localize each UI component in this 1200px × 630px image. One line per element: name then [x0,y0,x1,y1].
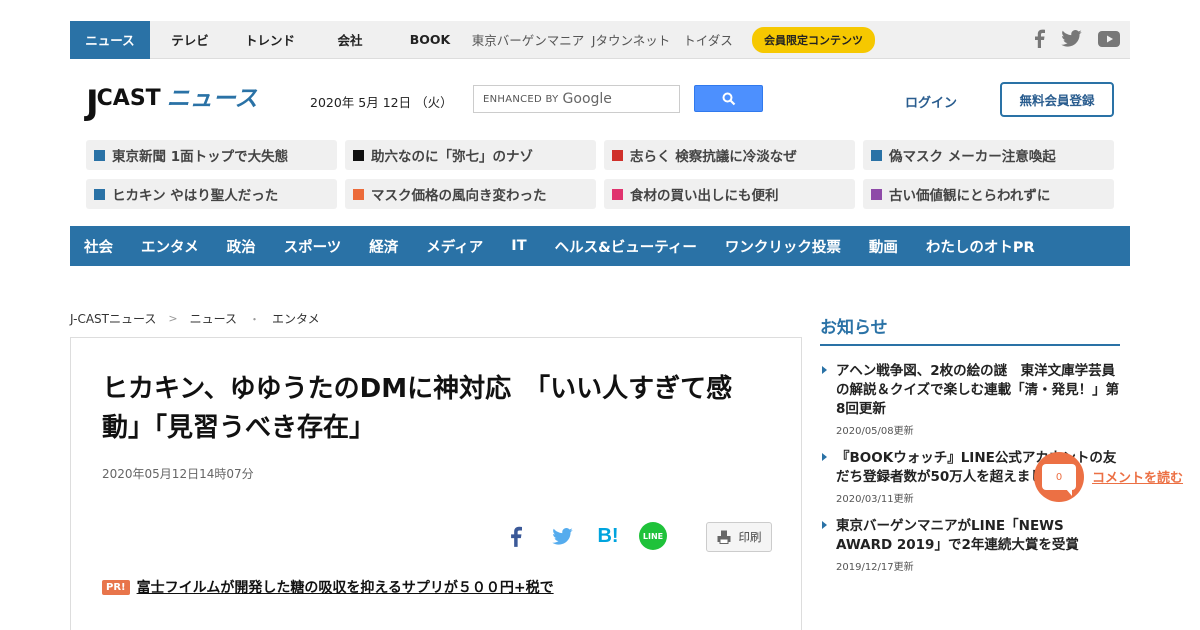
printer-icon [717,530,730,544]
topnav-jtown[interactable]: Jタウンネット [586,21,676,59]
comment-bubble[interactable]: 0 [1034,452,1084,502]
social-links [1034,29,1120,48]
comment-count: 0 [1042,464,1076,496]
twitter-icon[interactable] [547,527,577,545]
print-button[interactable]: 印刷 [706,522,772,552]
search-button[interactable] [694,85,763,112]
register-button[interactable]: 無料会員登録 [1000,82,1114,117]
read-comments-link[interactable]: コメントを読む [1092,467,1183,486]
notice-date: 2020/05/08更新 [836,426,914,437]
pr-text[interactable]: 富士フイルムが開発した糖の吸収を抑えるサプリが５００円+税で [137,577,554,597]
headline-link[interactable]: 志らく 検察抗議に冷淡なぜ [604,140,855,170]
notice-item[interactable]: アヘン戦争図、2枚の絵の謎 東洋文庫学芸員の解説＆クイズで楽しむ連載「清・発見！… [820,362,1120,437]
headline-link[interactable]: 古い価値観にとらわれずに [863,179,1114,209]
category-item[interactable]: 社会 [84,236,113,257]
login-link[interactable]: ログイン [905,92,957,111]
category-item[interactable]: ワンクリック投票 [725,236,841,257]
notice-text[interactable]: 東京バーゲンマニアがLINE「NEWS AWARD 2019」で2年連続大賞を受… [836,517,1120,555]
search-brand-prefix: ENHANCED BY [483,93,559,105]
category-item[interactable]: 動画 [869,236,898,257]
twitter-icon[interactable] [1061,30,1082,47]
breadcrumb-news[interactable]: ニュース [190,310,237,327]
topnav-company[interactable]: 会社 [310,21,390,59]
category-nav: 社会 エンタメ 政治 スポーツ 経済 メディア IT ヘルス&ビューティー ワンクリック投票 動画… [70,226,1130,266]
current-date: 2020年 5月 12日 （火） [310,95,453,110]
category-item[interactable]: メディア [426,236,483,257]
topnav-trend[interactable]: トレンド [230,21,310,59]
search-input[interactable]: ENHANCED BY Google [473,85,680,113]
headline-link[interactable]: マスク価格の風向き変わった [345,179,596,209]
headline-text: 食材の買い出しにも便利 [630,188,779,204]
headline-marker [612,188,623,200]
search-brand: Google [562,91,612,107]
share-buttons: B! LINE [501,522,667,550]
category-item[interactable]: わたしのオトPR [926,236,1035,257]
category-item[interactable]: IT [511,238,526,254]
hatena-icon[interactable]: B! [593,525,623,548]
search-icon [722,92,735,105]
member-content-button[interactable]: 会員限定コンテンツ [752,26,875,53]
headline-marker [612,149,623,161]
headline-link[interactable]: 東京新聞 1面トップで大失態 [86,140,337,170]
caret-right-icon [822,521,827,529]
notice-text[interactable]: アヘン戦争図、2枚の絵の謎 東洋文庫学芸員の解説＆クイズで楽しむ連載「清・発見！… [836,362,1120,419]
breadcrumb-separator: ・ [249,312,261,326]
headline-text: 東京新聞 1面トップで大失態 [112,149,289,165]
notice-item[interactable]: 東京バーゲンマニアがLINE「NEWS AWARD 2019」で2年連続大賞を受… [820,517,1120,573]
logo-cast: CAST [96,86,161,111]
category-item[interactable]: スポーツ [284,236,342,257]
article-date: 2020年05月12日14時07分 [102,467,254,481]
breadcrumb-home[interactable]: J-CASTニュース [70,310,156,327]
headline-text: 古い価値観にとらわれずに [889,188,1051,204]
headline-marker [94,149,105,161]
logo-news: ニュース [166,86,258,112]
facebook-icon[interactable] [1034,29,1045,48]
youtube-icon[interactable] [1098,30,1120,47]
breadcrumb-separator: > [168,312,178,325]
headline-marker [353,188,364,200]
topnav-bargain[interactable]: 東京バーゲンマニア [470,21,586,59]
line-icon[interactable]: LINE [639,522,667,550]
headline-marker [871,188,882,200]
headline-link[interactable]: 助六なのに「弥七」のナゾ [345,140,596,170]
facebook-icon[interactable] [501,526,531,547]
breadcrumb-entame[interactable]: エンタメ [272,310,320,327]
headline-link[interactable]: 食材の買い出しにも便利 [604,179,855,209]
print-label: 印刷 [738,530,762,544]
topnav-tv[interactable]: テレビ [150,21,230,59]
headline-grid: 東京新聞 1面トップで大失態 助六なのに「弥七」のナゾ 志らく 検察抗議に冷淡なぜ 偽… [86,140,1114,209]
topnav-news[interactable]: ニュース [70,20,150,59]
article-title: ヒカキン、ゆゆうたのDMに神対応 「いい人すぎて感動」「見習うべき存在」 [102,374,733,443]
pr-link[interactable]: PR! 富士フイルムが開発した糖の吸収を抑えるサプリが５００円+税で [102,577,554,597]
headline-text: 助六なのに「弥七」のナゾ [371,149,533,165]
headline-marker [353,149,364,161]
sidebar-title: お知らせ [820,313,1120,346]
pr-badge: PR! [102,579,130,595]
site-logo[interactable]: J CAST ニュース [86,80,258,120]
notice-date: 2019/12/17更新 [836,562,914,573]
headline-text: マスク価格の風向き変わった [371,188,547,204]
category-item[interactable]: エンタメ [141,236,199,257]
headline-text: 偽マスク メーカー注意喚起 [889,149,1056,165]
article-card: ヒカキン、ゆゆうたのDMに神対応 「いい人すぎて感動」「見習うべき存在」 202… [70,337,802,630]
topnav-book[interactable]: BOOK [390,21,470,59]
category-item[interactable]: ヘルス&ビューティー [555,236,697,257]
headline-text: 志らく 検察抗議に冷淡なぜ [630,149,797,165]
headline-text: ヒカキン やはり聖人だった [112,188,279,204]
category-item[interactable]: 経済 [369,236,398,257]
headline-link[interactable]: ヒカキン やはり聖人だった [86,179,337,209]
category-item[interactable]: 政治 [227,236,256,257]
topnav-toidas[interactable]: トイダス [676,21,740,59]
headline-link[interactable]: 偽マスク メーカー注意喚起 [863,140,1114,170]
caret-right-icon [822,453,827,461]
breadcrumb: J-CASTニュース > ニュース ・ エンタメ [70,310,320,327]
headline-marker [871,149,882,161]
caret-right-icon [822,366,827,374]
top-nav: ニュース テレビ トレンド 会社 BOOK 東京バーゲンマニア Jタウンネット … [70,20,1130,59]
headline-marker [94,188,105,200]
